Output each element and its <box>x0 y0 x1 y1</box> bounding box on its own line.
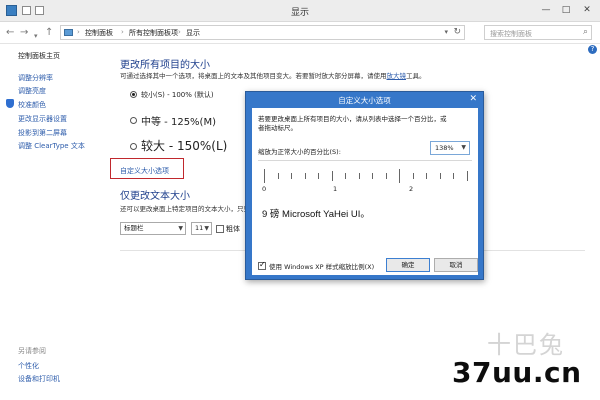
search-box[interactable]: 搜索控制面板 ⌕ <box>484 25 592 40</box>
control-panel-icon <box>64 29 73 36</box>
change-display-settings-link[interactable]: 更改显示器设置 <box>18 114 67 124</box>
minimize-button[interactable]: — <box>536 2 556 18</box>
bold-checkbox[interactable] <box>216 225 224 233</box>
ruler-mid-tick <box>467 171 468 181</box>
dialog-close-icon[interactable]: ✕ <box>469 94 477 104</box>
scale-percentage-value: 138% <box>435 144 454 152</box>
watermark-logo: 十巴兔 <box>487 331 565 359</box>
shield-icon <box>6 99 14 108</box>
address-bar[interactable]: › 控制面板 › 所有控制面板项 › 显示 ▾ ↻ <box>60 25 465 40</box>
devices-printers-link[interactable]: 设备和打印机 <box>18 374 60 384</box>
size-medium-radio[interactable] <box>130 117 137 124</box>
refresh-icon[interactable]: ↻ <box>453 27 461 37</box>
page-title: 更改所有项目的大小 <box>120 60 210 71</box>
dialog-description: 若要更改桌面上所有项目的大小，请从列表中选择一个百分比，或者拖动标尺。 <box>258 115 447 132</box>
address-dropdown-icon[interactable]: ▾ <box>444 28 448 36</box>
size-smaller-label[interactable]: 较小(S) - 100% (默认) <box>141 90 214 100</box>
dialog-title: 自定义大小选项 <box>338 96 391 105</box>
size-larger-label[interactable]: 较大 - 150%(L) <box>141 137 227 154</box>
ruler-minor-tick <box>426 173 427 179</box>
text-only-title: 仅更改文本大小 <box>120 191 190 202</box>
help-icon[interactable]: ? <box>588 45 597 54</box>
watermark-site-text: 37uu.cn <box>452 356 582 389</box>
ruler-minor-tick <box>386 173 387 179</box>
control-panel-home-link[interactable]: 控制面板主页 <box>18 51 60 61</box>
breadcrumb-separator: › <box>121 28 124 36</box>
ruler-minor-tick <box>359 173 360 179</box>
ruler-major-tick <box>264 169 265 183</box>
window-title: 显示 <box>290 8 309 18</box>
scale-percentage-select[interactable]: 138% ▼ <box>430 141 470 155</box>
adjust-resolution-link[interactable]: 调整分辨率 <box>18 73 53 83</box>
ruler-minor-tick <box>305 173 306 179</box>
forward-arrow-icon[interactable]: → <box>20 26 28 40</box>
breadcrumb-separator: › <box>77 28 80 36</box>
bold-label: 粗体 <box>226 225 240 233</box>
adjust-cleartype-link[interactable]: 调整 ClearType 文本 <box>18 141 85 151</box>
ruler-minor-tick <box>440 173 441 179</box>
ruler-minor-tick <box>345 173 346 179</box>
ruler-number: 0 <box>262 185 267 193</box>
scale-percentage-label: 缩放为正常大小的百分比(S): <box>258 148 341 156</box>
chevron-down-icon: ▼ <box>461 144 466 151</box>
xp-scaling-checkbox[interactable] <box>258 260 266 270</box>
ruler-minor-tick <box>278 173 279 179</box>
ruler-minor-tick <box>372 173 373 179</box>
scaling-ruler[interactable]: 0 1 2 <box>258 160 472 208</box>
breadcrumb-display[interactable]: 显示 <box>186 28 200 38</box>
breadcrumb-all-items[interactable]: 所有控制面板项 <box>129 28 178 38</box>
font-size-select[interactable]: 11 ▼ <box>191 222 212 235</box>
ruler-number: 1 <box>333 185 338 193</box>
left-navigation-pane: 控制面板主页 调整分辨率 调整亮度 校准颜色 更改显示器设置 投影到第二屏幕 调… <box>0 44 110 400</box>
ruler-mid-tick <box>332 171 333 181</box>
calibrate-color-link[interactable]: 校准颜色 <box>18 100 46 110</box>
ruler-minor-tick <box>453 173 454 179</box>
dialog-body: 若要更改桌面上所有项目的大小，请从列表中选择一个百分比，或者拖动标尺。 缩放为正… <box>252 108 478 275</box>
ruler-minor-tick <box>413 173 414 179</box>
custom-sizing-dialog: 自定义大小选项 ✕ 若要更改桌面上所有项目的大小，请从列表中选择一个百分比，或者… <box>245 91 484 280</box>
chevron-down-icon: ▼ <box>204 225 209 232</box>
magnifier-link[interactable]: 放大镜 <box>387 72 407 80</box>
project-second-screen-link[interactable]: 投影到第二屏幕 <box>18 128 67 138</box>
personalization-link[interactable]: 个性化 <box>18 361 39 371</box>
breadcrumb-control-panel[interactable]: 控制面板 <box>85 28 113 38</box>
item-select-value: 标题栏 <box>124 224 144 232</box>
ruler-number: 2 <box>409 185 414 193</box>
cancel-button[interactable]: 取消 <box>434 258 478 272</box>
back-arrow-icon[interactable]: ← <box>6 26 14 40</box>
navigation-bar: ← → ▾ ↑ › 控制面板 › 所有控制面板项 › 显示 ▾ ↻ 搜索控制面板… <box>0 22 600 44</box>
close-button[interactable]: ✕ <box>577 2 597 18</box>
chevron-down-icon: ▼ <box>178 225 183 232</box>
breadcrumb-separator: › <box>178 28 181 36</box>
font-size-value: 11 <box>195 224 204 232</box>
search-placeholder: 搜索控制面板 <box>490 30 532 38</box>
ruler-major-tick <box>399 169 400 183</box>
up-arrow-icon[interactable]: ↑ <box>45 26 53 40</box>
xp-scaling-label[interactable]: 使用 Windows XP 样式缩放比例(X) <box>269 261 374 271</box>
history-dropdown-icon[interactable]: ▾ <box>34 29 38 43</box>
window-title-bar: 显示 — □ ✕ <box>0 0 600 22</box>
ok-button[interactable]: 确定 <box>386 258 430 272</box>
ruler-minor-tick <box>291 173 292 179</box>
see-also-heading: 另请参阅 <box>18 347 46 355</box>
description-suffix: 工具。 <box>406 72 426 80</box>
sample-text-preview: 9 磅 Microsoft YaHei UI。 <box>262 209 370 220</box>
maximize-button[interactable]: □ <box>556 2 576 18</box>
text-only-description: 还可以更改桌面上特定项目的文本大小，只更 <box>120 205 250 213</box>
size-smaller-radio[interactable] <box>130 91 137 98</box>
size-medium-label[interactable]: 中等 - 125%(M) <box>141 113 216 128</box>
adjust-brightness-link[interactable]: 调整亮度 <box>18 86 46 96</box>
item-select[interactable]: 标题栏 ▼ <box>120 222 186 235</box>
search-icon[interactable]: ⌕ <box>583 27 588 37</box>
ruler-minor-tick <box>318 173 319 179</box>
description-text: 可通过选择其中一个选项，将桌面上的文本及其他项目变大。若要暂时放大部分屏幕，请使… <box>120 72 387 80</box>
page-description: 可通过选择其中一个选项，将桌面上的文本及其他项目变大。若要暂时放大部分屏幕，请使… <box>120 70 426 80</box>
custom-size-options-link[interactable]: 自定义大小选项 <box>120 166 169 176</box>
size-larger-radio[interactable] <box>130 143 137 150</box>
